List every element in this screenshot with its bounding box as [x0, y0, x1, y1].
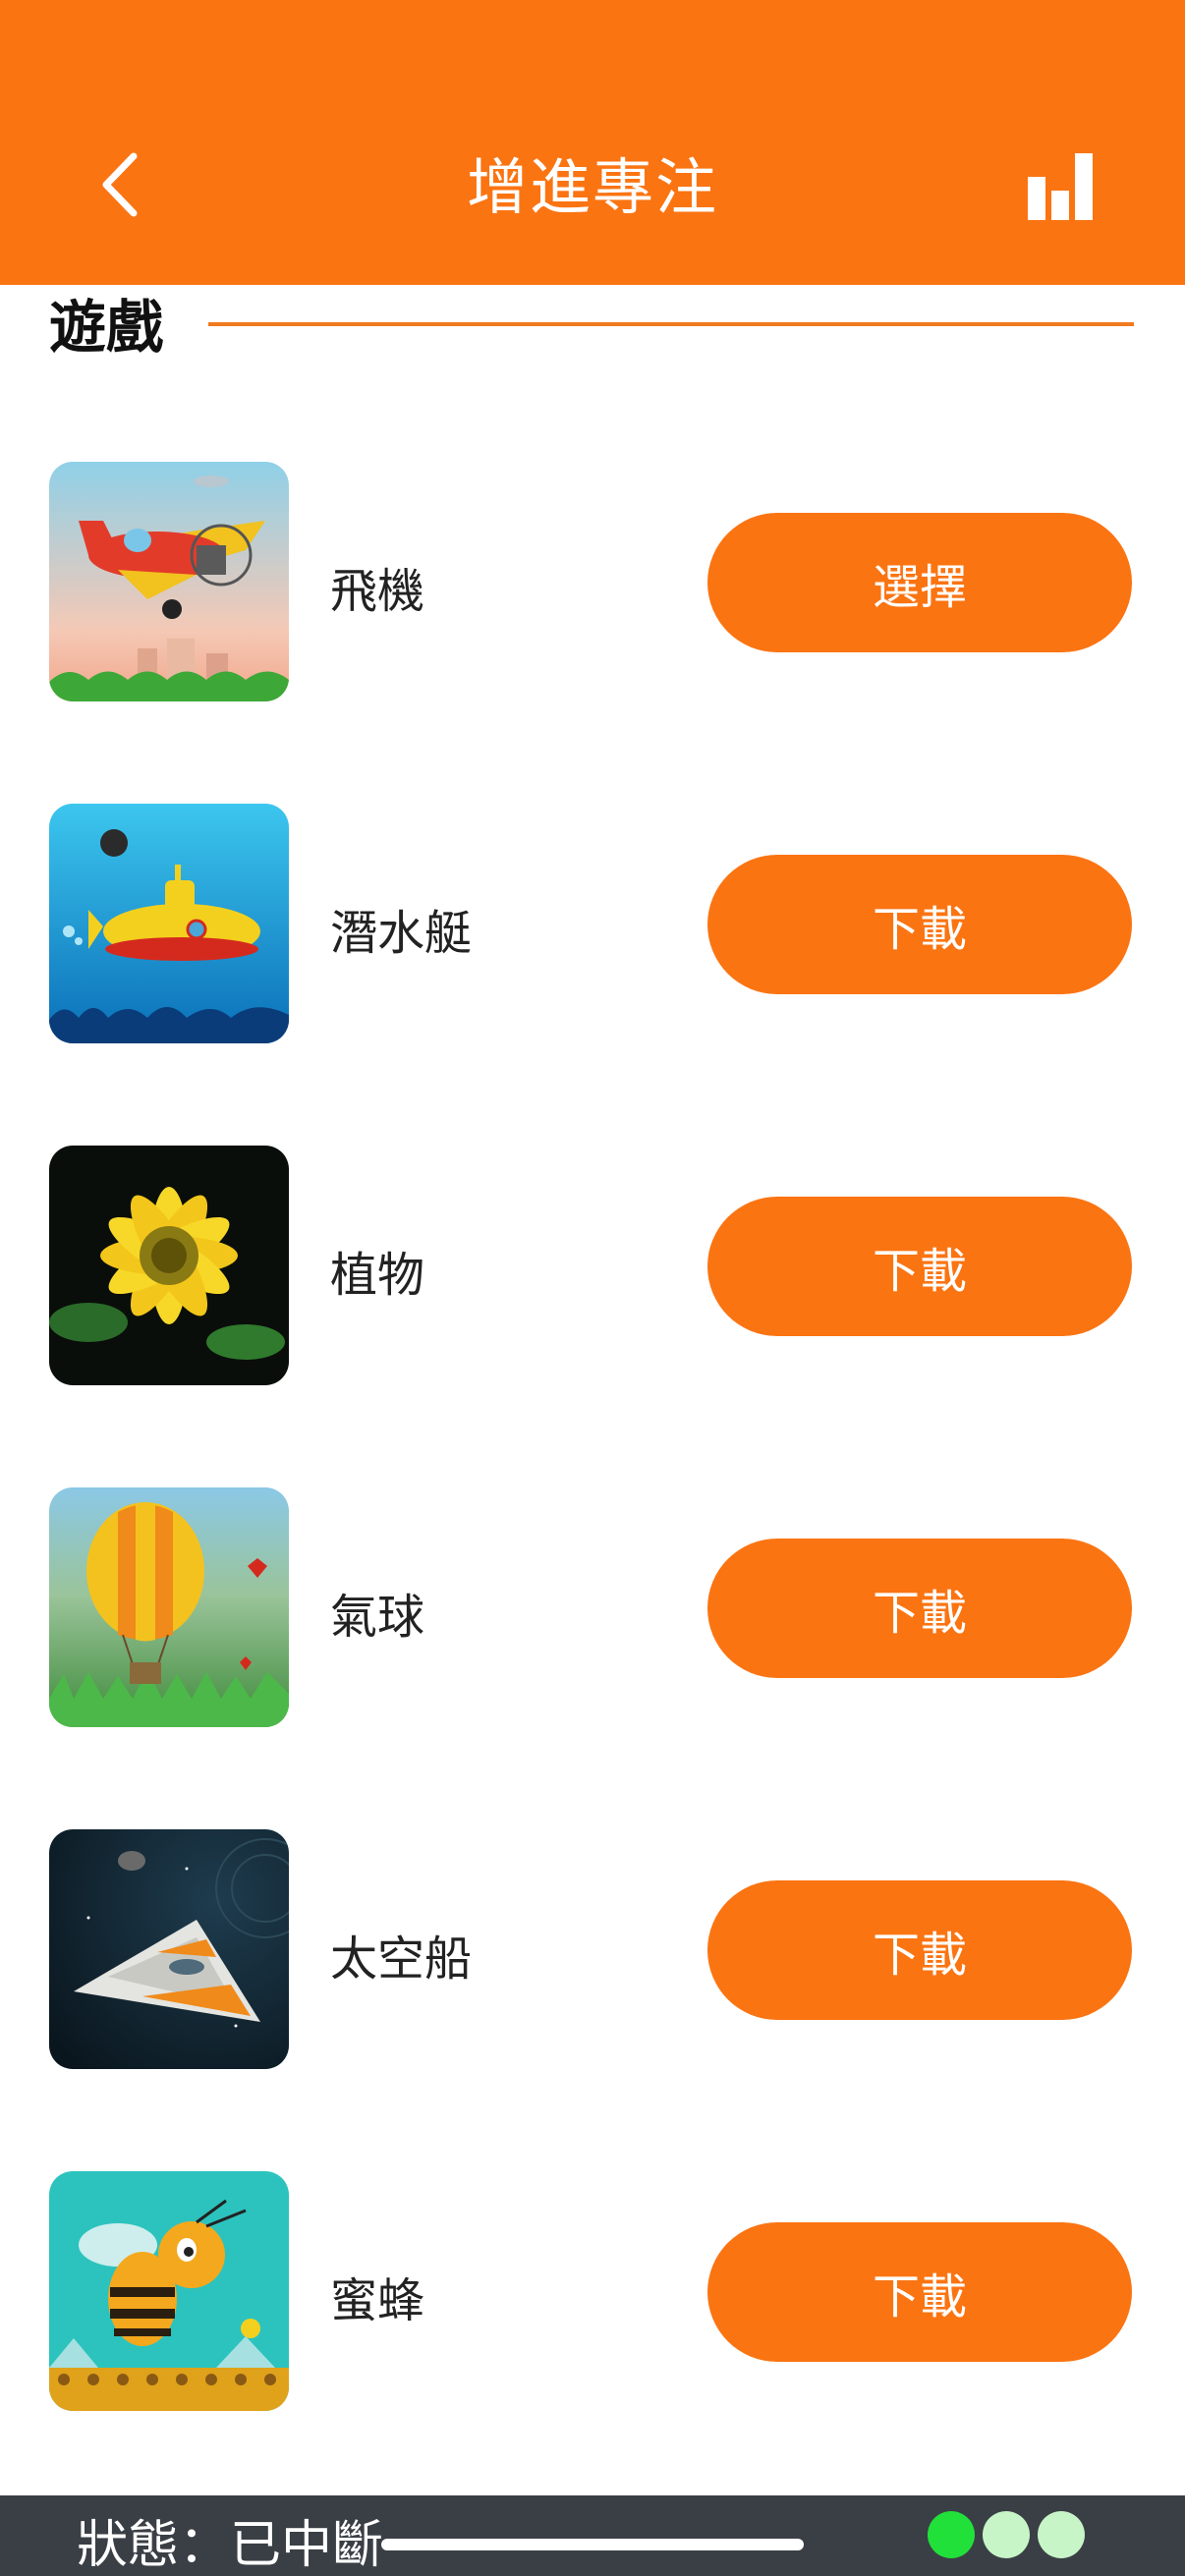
game-name: 潛水艇 [330, 906, 473, 961]
bar-chart-icon [1028, 153, 1093, 220]
download-button[interactable]: 下載 [707, 2222, 1132, 2362]
game-row: 氣球 下載 [0, 1487, 1185, 1729]
download-button[interactable]: 下載 [707, 1880, 1132, 2020]
sunflower-thumbnail[interactable] [49, 1146, 289, 1385]
game-name: 太空船 [330, 1932, 473, 1987]
select-button[interactable]: 選擇 [707, 513, 1132, 652]
hot-air-balloon-thumbnail[interactable] [49, 1487, 289, 1727]
indicator-dot [1038, 2511, 1085, 2558]
game-name: 飛機 [330, 564, 425, 619]
airplane-thumbnail[interactable] [49, 462, 289, 701]
game-row: 飛機 選擇 [0, 462, 1185, 703]
connection-status: 狀態：已中斷 [77, 2516, 384, 2575]
indicator-dot [928, 2511, 975, 2558]
download-button[interactable]: 下載 [707, 855, 1132, 994]
app-header: 增進專注 [0, 0, 1185, 285]
page-title: 增進專注 [466, 151, 718, 223]
indicator-dot [983, 2511, 1030, 2558]
bee-thumbnail[interactable] [49, 2171, 289, 2411]
download-button[interactable]: 下載 [707, 1197, 1132, 1336]
section-title: 遊戲 [49, 294, 164, 361]
home-indicator[interactable] [381, 2539, 804, 2550]
section-divider [208, 322, 1134, 326]
game-row: 蜜蜂 下載 [0, 2171, 1185, 2413]
game-row: 潛水艇 下載 [0, 804, 1185, 1045]
game-name: 植物 [330, 1248, 425, 1303]
submarine-thumbnail[interactable] [49, 804, 289, 1043]
stats-button[interactable] [1022, 147, 1100, 226]
spaceship-thumbnail[interactable] [49, 1829, 289, 2069]
game-row: 太空船 下載 [0, 1829, 1185, 2071]
game-name: 蜜蜂 [330, 2273, 425, 2328]
status-bar: 狀態：已中斷 [0, 2495, 1185, 2576]
game-row: 植物 下載 [0, 1146, 1185, 1387]
connection-indicators [928, 2511, 1085, 2558]
game-name: 氣球 [330, 1590, 425, 1645]
download-button[interactable]: 下載 [707, 1539, 1132, 1678]
